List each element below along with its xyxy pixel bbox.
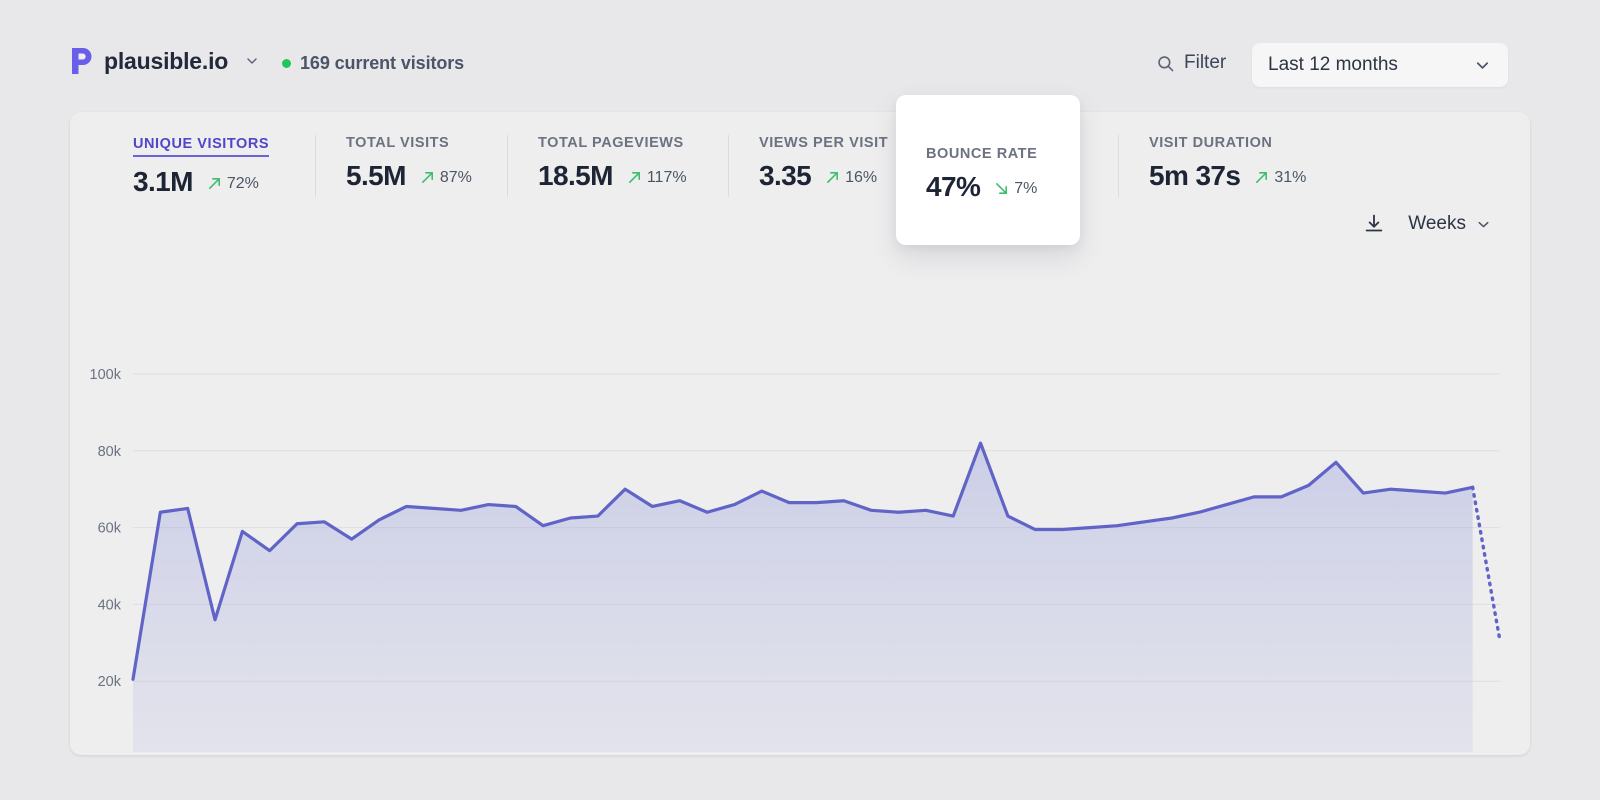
arrow-up-right-icon <box>207 176 222 191</box>
metric-value: 3.35 <box>759 160 811 192</box>
y-axis-tick-label: 0 <box>113 751 121 752</box>
metric-value-row: 47% 7% <box>926 171 1080 203</box>
metric-label: TOTAL PAGEVIEWS <box>538 135 687 151</box>
stats-card: UNIQUE VISITORS 3.1M 72% TOTAL VISITS 5.5M 87… <box>70 112 1530 755</box>
metric-bounce-rate[interactable]: BOUNCE RATE 47% 7% <box>896 95 1080 245</box>
date-range-value: Last 12 months <box>1268 54 1398 76</box>
metric-label: VISIT DURATION <box>1149 135 1306 151</box>
metric-value-row: 18.5M 117% <box>538 160 687 192</box>
metric-label: TOTAL VISITS <box>346 135 472 151</box>
chart-area-fill <box>133 443 1473 752</box>
metric-unique-visitors[interactable]: UNIQUE VISITORS 3.1M 72% <box>103 135 269 197</box>
download-icon[interactable] <box>1362 212 1386 236</box>
dashboard-root: plausible.io 169 current visitors Filter… <box>0 0 1600 800</box>
y-axis-tick-label: 80k <box>98 444 122 460</box>
site-name: plausible.io <box>104 48 228 75</box>
metric-label: BOUNCE RATE <box>926 146 1080 162</box>
arrow-up-right-icon <box>825 170 840 185</box>
chevron-down-icon <box>1473 56 1492 75</box>
metric-delta: 7% <box>994 180 1037 198</box>
date-range-picker[interactable]: Last 12 months <box>1252 43 1508 87</box>
arrow-up-right-icon <box>627 170 642 185</box>
metric-value: 3.1M <box>133 166 193 198</box>
metric-delta-value: 87% <box>440 169 472 187</box>
plausible-logo-icon <box>68 46 94 76</box>
metric-label: VIEWS PER VISIT <box>759 135 888 151</box>
metric-delta: 16% <box>825 169 877 187</box>
interval-picker[interactable]: Weeks <box>1408 213 1492 235</box>
metric-views-per-visit[interactable]: VIEWS PER VISIT 3.35 16% <box>728 135 888 197</box>
y-axis-tick-label: 60k <box>98 521 122 537</box>
metric-delta: 117% <box>627 169 687 187</box>
metric-delta-value: 117% <box>647 169 687 187</box>
metric-delta: 87% <box>420 169 472 187</box>
metric-value: 5.5M <box>346 160 406 192</box>
metric-value: 18.5M <box>538 160 613 192</box>
arrow-up-right-icon <box>1254 170 1269 185</box>
metric-delta: 31% <box>1254 169 1306 187</box>
metric-total-pageviews[interactable]: TOTAL PAGEVIEWS 18.5M 117% <box>507 135 687 197</box>
search-icon <box>1156 54 1175 73</box>
metric-value-row: 5m 37s 31% <box>1149 160 1306 192</box>
arrow-up-right-icon <box>420 170 435 185</box>
current-visitors: 169 current visitors <box>282 53 464 74</box>
arrow-down-right-icon <box>994 181 1009 196</box>
site-switcher[interactable]: plausible.io <box>68 46 260 76</box>
filter-button[interactable]: Filter <box>1156 52 1226 74</box>
metric-value-row: 3.1M 72% <box>133 166 269 198</box>
y-axis-tick-label: 40k <box>98 597 122 613</box>
metric-value: 47% <box>926 171 980 203</box>
metric-value-row: 3.35 16% <box>759 160 888 192</box>
interval-label: Weeks <box>1408 213 1466 235</box>
metric-delta-value: 16% <box>845 169 877 187</box>
metric-value-row: 5.5M 87% <box>346 160 472 192</box>
metric-delta-value: 7% <box>1014 180 1037 198</box>
chart-toolbar: Weeks <box>1362 212 1492 236</box>
metric-delta-value: 72% <box>227 175 259 193</box>
filter-label: Filter <box>1184 52 1226 74</box>
metrics-strip: UNIQUE VISITORS 3.1M 72% TOTAL VISITS 5.5M 87… <box>70 112 1530 217</box>
chart-line-partial-dotted <box>1473 487 1500 641</box>
metric-value: 5m 37s <box>1149 160 1240 192</box>
top-bar: plausible.io 169 current visitors Filter… <box>0 0 1600 112</box>
metric-total-visits[interactable]: TOTAL VISITS 5.5M 87% <box>315 135 472 197</box>
metric-visit-duration[interactable]: VISIT DURATION 5m 37s 31% <box>1118 135 1306 197</box>
visitors-chart[interactable]: 020k40k60k80k100k1 Dec 2315 Jan 244 Mar … <box>70 242 1530 752</box>
visitors-area-chart: 020k40k60k80k100k1 Dec 2315 Jan 244 Mar … <box>70 242 1530 752</box>
metric-delta-value: 31% <box>1274 169 1306 187</box>
y-axis-tick-label: 20k <box>98 674 122 690</box>
metric-delta: 72% <box>207 175 259 193</box>
chevron-down-icon <box>1475 216 1492 233</box>
live-indicator-dot <box>282 59 291 68</box>
current-visitors-label: 169 current visitors <box>300 53 464 74</box>
y-axis-tick-label: 100k <box>90 367 122 383</box>
metric-label: UNIQUE VISITORS <box>133 136 269 157</box>
chevron-down-icon[interactable] <box>244 53 260 69</box>
